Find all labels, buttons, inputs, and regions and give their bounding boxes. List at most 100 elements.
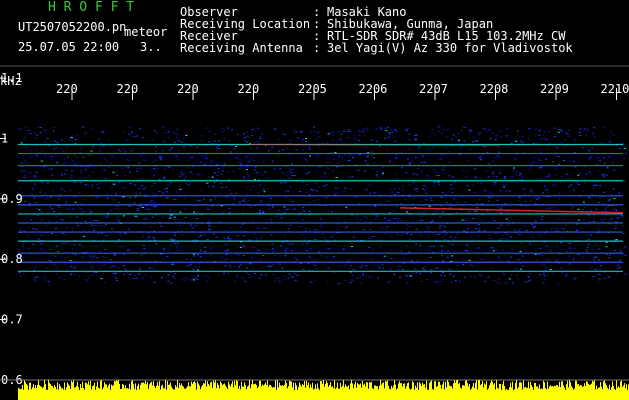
noise-pixel: [467, 159, 470, 161]
noise-pixel: [583, 166, 586, 168]
noise-pixel: [135, 215, 138, 217]
noise-pixel: [567, 129, 570, 131]
noise-pixel: [427, 147, 430, 149]
power-sample: [361, 387, 362, 400]
noise-pixel: [451, 176, 454, 178]
power-sample: [49, 382, 50, 400]
noise-pixel: [401, 253, 404, 255]
power-sample: [264, 384, 265, 400]
power-sample: [510, 382, 511, 400]
noise-pixel: [484, 190, 487, 192]
power-sample: [330, 382, 331, 400]
power-sample: [91, 389, 92, 400]
noise-pixel: [441, 255, 444, 257]
noise-pixel: [177, 140, 179, 142]
noise-pixel: [216, 157, 219, 159]
noise-pixel: [238, 162, 240, 164]
power-sample: [302, 384, 303, 400]
noise-pixel: [505, 190, 508, 192]
noise-pixel: [211, 176, 214, 178]
noise-pixel: [172, 264, 175, 266]
power-sample: [183, 386, 184, 400]
noise-pixel: [142, 235, 145, 237]
noise-pixel: [434, 281, 437, 283]
noise-pixel: [510, 202, 513, 204]
noise-pixel: [159, 159, 162, 161]
noise-pixel: [516, 253, 519, 255]
noise-pixel: [405, 275, 408, 277]
noise-pixel: [255, 238, 258, 240]
noise-pixel: [155, 132, 158, 134]
noise-pixel: [582, 201, 585, 203]
noise-pixel: [92, 172, 95, 174]
noise-pixel: [223, 272, 225, 274]
power-sample: [94, 382, 95, 400]
power-sample: [430, 381, 431, 400]
noise-pixel: [371, 258, 374, 260]
power-sample: [95, 389, 96, 400]
noise-pixel: [180, 234, 183, 236]
noise-pixel: [73, 164, 76, 166]
noise-pixel: [488, 192, 491, 194]
noise-pixel: [33, 197, 36, 199]
noise-pixel: [577, 219, 580, 221]
noise-pixel: [428, 250, 431, 252]
noise-pixel: [339, 138, 342, 140]
noise-pixel: [597, 157, 599, 159]
noise-pixel: [318, 136, 321, 138]
noise-pixel: [145, 208, 148, 210]
noise-pixel: [556, 208, 559, 210]
power-sample: [327, 382, 328, 400]
noise-pixel: [582, 256, 585, 258]
noise-pixel: [529, 273, 532, 275]
noise-pixel: [115, 193, 118, 195]
power-sample: [171, 386, 172, 400]
power-sample: [545, 388, 546, 400]
noise-pixel: [394, 141, 397, 143]
noise-pixel: [541, 216, 544, 218]
power-sample: [88, 381, 89, 400]
noise-pixel: [40, 243, 43, 245]
noise-pixel: [300, 262, 303, 264]
noise-pixel: [155, 160, 158, 162]
noise-pixel: [119, 234, 122, 236]
noise-pixel: [529, 243, 532, 245]
noise-pixel: [89, 223, 92, 225]
noise-pixel: [351, 279, 354, 281]
noise-pixel: [73, 208, 76, 210]
noise-pixel: [390, 236, 393, 238]
noise-pixel: [33, 176, 36, 178]
noise-pixel: [69, 190, 72, 192]
noise-pixel: [419, 233, 422, 235]
noise-pixel: [267, 203, 270, 205]
noise-pixel: [302, 268, 305, 270]
noise-pixel: [56, 251, 59, 252]
noise-pixel: [231, 129, 233, 131]
noise-pixel: [209, 200, 212, 202]
noise-pixel: [587, 214, 590, 216]
noise-pixel: [310, 189, 313, 190]
power-sample: [521, 382, 522, 400]
noise-pixel: [624, 152, 627, 154]
noise-pixel: [112, 171, 115, 173]
noise-pixel: [225, 250, 228, 252]
power-sample: [222, 385, 223, 400]
noise-pixel: [478, 132, 481, 134]
noise-pixel: [454, 237, 457, 239]
power-sample: [317, 383, 318, 400]
noise-pixel: [599, 197, 601, 199]
power-sample: [611, 387, 612, 400]
noise-pixel: [612, 244, 614, 246]
power-sample: [113, 385, 114, 400]
power-sample: [51, 385, 52, 400]
noise-pixel: [445, 233, 448, 234]
noise-pixel: [413, 263, 416, 265]
x-tick-label: 2210: [601, 82, 629, 96]
noise-pixel: [560, 267, 563, 269]
noise-pixel: [130, 150, 133, 152]
noise-pixel: [435, 211, 438, 213]
noise-pixel: [195, 199, 198, 201]
noise-pixel: [208, 141, 211, 143]
noise-pixel: [592, 220, 595, 222]
power-sample: [460, 387, 461, 400]
